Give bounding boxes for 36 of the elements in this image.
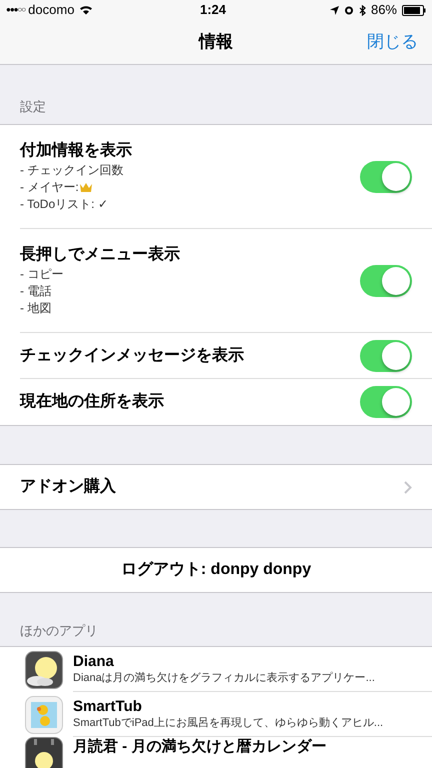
- setting-detail: - コピー: [20, 266, 64, 283]
- toggle-switch[interactable]: [360, 160, 412, 192]
- clock-time: 1:24: [200, 1, 226, 20]
- wifi-icon: [79, 5, 94, 15]
- section-header: 設定: [20, 98, 46, 116]
- calendar-app-icon[interactable]: [25, 737, 63, 768]
- addon-purchase-row[interactable]: アドオン購入: [0, 464, 432, 510]
- section-header: ほかのアプリ: [20, 622, 98, 640]
- app-description: Dianaは月の満ち欠けをグラフィカルに表示するアプリケー...: [73, 671, 376, 686]
- app-name[interactable]: 月読君 - 月の満ち欠けと暦カレンダー: [73, 737, 432, 756]
- screen-title: 情報: [199, 31, 233, 54]
- toggle-switch[interactable]: [360, 340, 412, 372]
- signal-strength: ●●●○○: [6, 4, 26, 16]
- app-name[interactable]: Diana: [73, 652, 432, 671]
- setting-detail: - ToDoリスト: ✓: [20, 196, 108, 213]
- moon-app-icon[interactable]: [25, 650, 63, 688]
- setting-title: 長押しでメニュー表示: [20, 244, 181, 265]
- app-description: SmartTubでiPad上にお風呂を再現して、ゆらゆら動くアヒル...: [73, 716, 384, 731]
- toggle-switch[interactable]: [360, 264, 412, 296]
- close-button[interactable]: 閉じる: [367, 29, 418, 55]
- setting-title: チェックインメッセージを表示: [20, 346, 245, 366]
- setting-detail: - メイヤー:: [20, 179, 79, 196]
- bluetooth-icon: [358, 4, 366, 16]
- setting-detail: - 電話: [20, 283, 52, 300]
- carrier-name: docomo: [28, 1, 74, 20]
- setting-title: 付加情報を表示: [20, 140, 133, 161]
- setting-title: 現在地の住所を表示: [20, 392, 165, 412]
- app-name[interactable]: SmartTub: [73, 697, 432, 716]
- chevron-right-icon: [404, 480, 412, 494]
- battery-icon: [402, 4, 426, 16]
- logout-button[interactable]: ログアウト: donpy donpy: [0, 547, 432, 593]
- toggle-switch[interactable]: [360, 386, 412, 418]
- setting-detail: - 地図: [20, 300, 52, 317]
- location-arrow-icon: [330, 6, 339, 14]
- setting-detail: - チェックイン回数: [20, 162, 124, 179]
- battery-percentage: 86%: [370, 1, 397, 20]
